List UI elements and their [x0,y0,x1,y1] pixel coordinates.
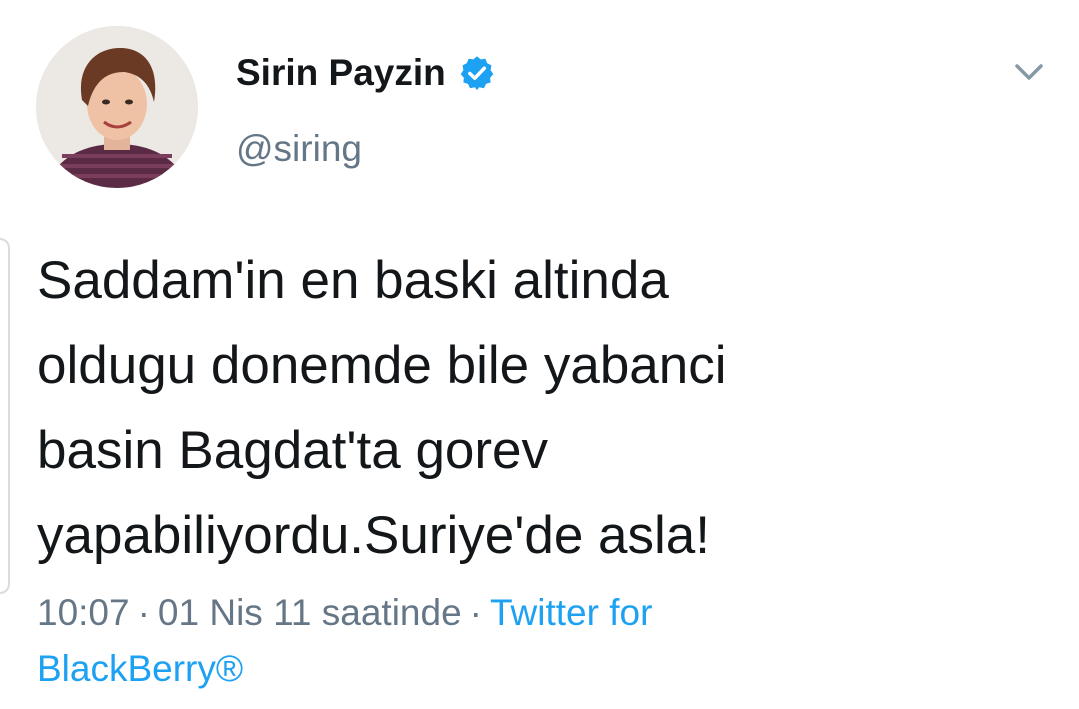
verified-badge-icon [458,54,496,92]
tweet-text-line: yapabiliyordu.Suriye'de asla! [37,506,711,565]
meta-separator: · [469,592,482,633]
chevron-down-icon[interactable] [1009,52,1049,92]
tweet-date[interactable]: 01 Nis 11 saatinde [158,592,462,633]
tweet-source-line2: BlackBerry® [37,648,244,689]
tweet-text-line: Saddam'in en baski altinda [37,251,669,310]
profile-photo-icon [36,26,198,188]
tweet-source-line1: Twitter for [489,592,653,633]
tweet-meta: 10:07 · 01 Nis 11 saatinde · Twitter for Blac… [37,585,1037,697]
display-name-text: Sirin Payzin [236,52,446,93]
tweet-text: Saddam'in en baski altinda oldugu donemd… [37,238,1047,578]
tweet-text-line: oldugu donemde bile yabanci [37,336,727,395]
meta-separator: · [137,592,150,633]
tweet-text-line: basin Bagdat'ta gorev [37,421,549,480]
display-name[interactable]: Sirin Payzin [236,50,496,96]
tweet-time[interactable]: 10:07 [37,592,130,633]
user-handle[interactable]: @siring [236,126,362,172]
previous-card-edge [0,238,10,594]
avatar[interactable] [36,26,198,188]
